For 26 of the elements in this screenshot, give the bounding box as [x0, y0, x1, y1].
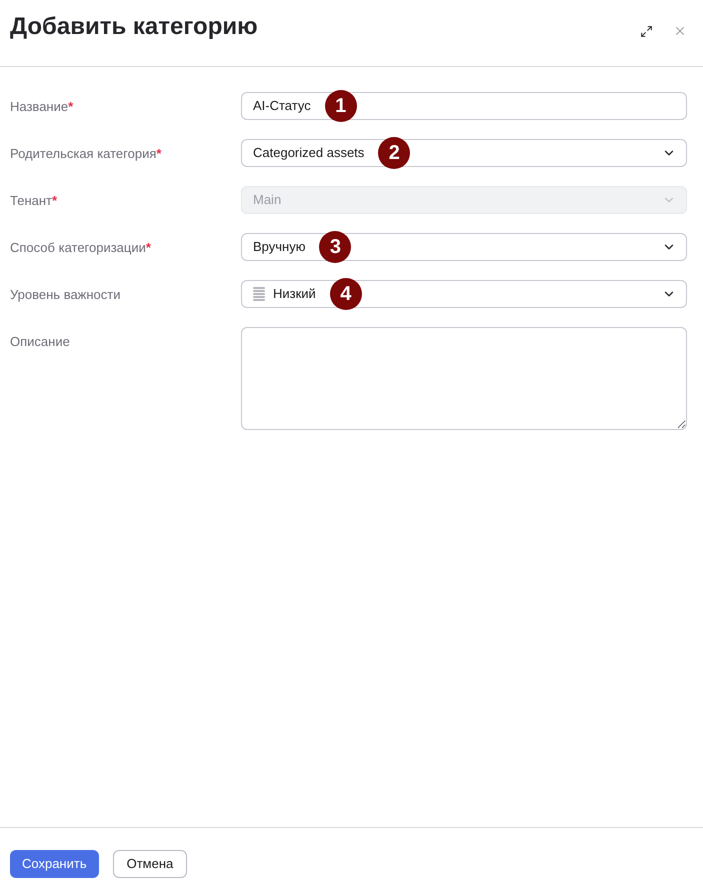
- number-marker: 4: [330, 278, 362, 310]
- number-marker: 2: [378, 137, 410, 169]
- field-label: Способ категоризации*: [10, 240, 151, 255]
- text-input-field[interactable]: AI-Статус 1: [241, 92, 687, 120]
- select-field[interactable]: Categorized assets 2: [241, 139, 687, 167]
- select-value: Categorized assets: [253, 144, 364, 162]
- input-value: AI-Статус: [253, 97, 311, 116]
- cancel-button[interactable]: Отмена: [112, 850, 188, 878]
- close-icon: [673, 24, 687, 38]
- field-label: Родительская категория*: [10, 146, 162, 161]
- select-value: Main: [253, 191, 282, 210]
- field-label: Тенант*: [10, 193, 58, 208]
- number-marker: 3: [319, 231, 352, 263]
- expand-icon: [640, 24, 652, 38]
- select-field[interactable]: Вручную 3: [241, 233, 687, 261]
- textarea-field[interactable]: [241, 327, 687, 430]
- dialog-title: Добавить категорию: [10, 12, 258, 42]
- field-label: Название*: [10, 99, 74, 114]
- stacked-bars-icon: [253, 287, 265, 301]
- field-label: Уровень важности: [10, 287, 120, 302]
- select-field[interactable]: Низкий 4: [241, 280, 687, 308]
- field-label: Описание: [10, 334, 70, 349]
- save-button[interactable]: Сохранить: [10, 850, 99, 878]
- select-value: Вручную: [253, 238, 306, 256]
- select-value: Низкий: [273, 285, 316, 304]
- number-marker: 1: [324, 90, 357, 122]
